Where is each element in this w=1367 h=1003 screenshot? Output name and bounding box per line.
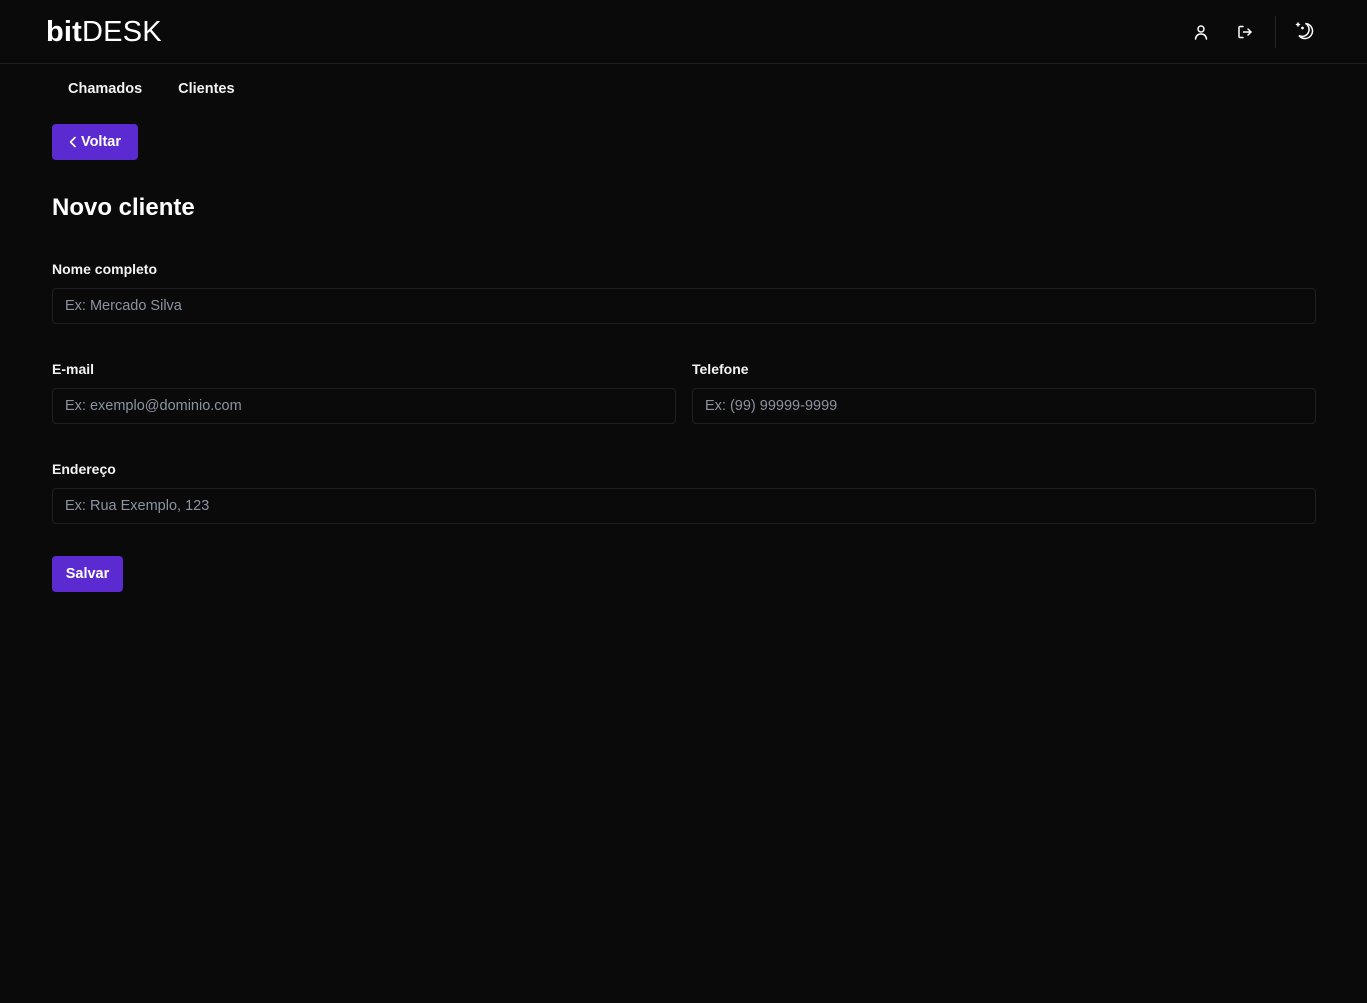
- email-input[interactable]: [52, 388, 676, 424]
- logo-light-text: DESK: [82, 16, 162, 48]
- app-logo[interactable]: bitDESK: [46, 14, 162, 50]
- top-bar: bitDESK: [0, 0, 1367, 64]
- chevron-left-icon: [69, 136, 77, 148]
- telefone-input[interactable]: [692, 388, 1316, 424]
- user-icon[interactable]: [1187, 18, 1215, 46]
- nome-input[interactable]: [52, 288, 1316, 324]
- endereco-input[interactable]: [52, 488, 1316, 524]
- logout-icon[interactable]: [1231, 18, 1259, 46]
- page-title: Novo cliente: [52, 194, 195, 221]
- back-button-label: Voltar: [80, 134, 122, 150]
- theme-toggle-icon[interactable]: [1291, 17, 1319, 45]
- nome-label: Nome completo: [52, 261, 158, 277]
- save-button[interactable]: Salvar: [52, 556, 123, 592]
- email-label: E-mail: [52, 361, 95, 377]
- back-button[interactable]: Voltar: [52, 124, 138, 160]
- nav-item-clientes[interactable]: Clientes: [162, 74, 250, 104]
- logo-bold-text: bit: [46, 16, 83, 48]
- telefone-label: Telefone: [692, 361, 749, 377]
- main-nav: Chamados Clientes: [52, 74, 251, 104]
- header-divider: [1275, 16, 1276, 48]
- nav-item-chamados[interactable]: Chamados: [52, 74, 158, 104]
- endereco-label: Endereço: [52, 461, 116, 477]
